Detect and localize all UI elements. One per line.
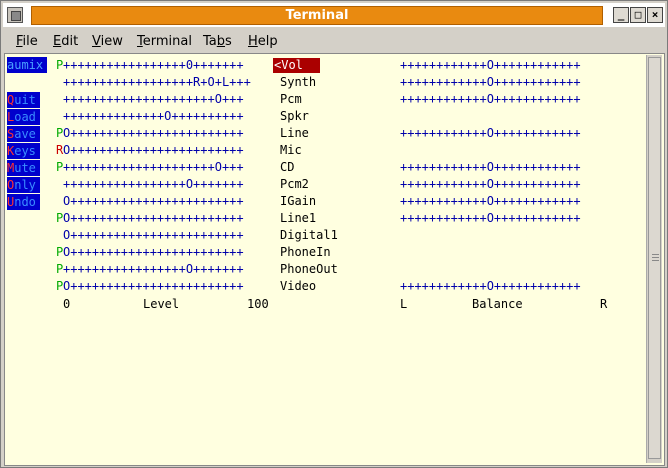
level-slider[interactable]: +++++++++++++++++++++O+++ <box>63 91 244 108</box>
menu-file-rest: ile <box>22 34 38 49</box>
balance-slider[interactable]: ++++++++++++O++++++++++++ <box>400 210 581 227</box>
level-slider[interactable]: O++++++++++++++++++++++++ <box>63 210 244 227</box>
channel-name: IGain <box>280 194 317 208</box>
channel-name: Pcm2 <box>280 177 309 191</box>
title-bar[interactable]: Terminal _ □ × <box>3 3 665 27</box>
vertical-scrollbar[interactable] <box>646 55 662 463</box>
level-slider[interactable]: O++++++++++++++++++++++++ <box>63 125 244 142</box>
level-axis-label: Level <box>143 297 180 311</box>
menu-view-rest: iew <box>100 34 123 49</box>
channel-name: CD <box>280 160 295 174</box>
level-slider[interactable]: O++++++++++++++++++++++++ <box>63 227 244 244</box>
balance-slider[interactable]: ++++++++++++O++++++++++++ <box>400 176 581 193</box>
level-slider[interactable]: ++++++++++++++O++++++++++ <box>63 108 244 125</box>
channel-name: Pcm <box>280 92 302 106</box>
aumix-button-load[interactable]: Load <box>7 109 40 125</box>
level-slider[interactable]: O++++++++++++++++++++++++ <box>63 244 244 261</box>
balance-slider[interactable]: ++++++++++++O++++++++++++ <box>400 278 581 295</box>
close-icon[interactable]: × <box>647 7 663 23</box>
channel-name: PhoneIn <box>280 245 331 259</box>
menu-edit-accel: E <box>53 34 62 49</box>
balance-slider[interactable]: ++++++++++++O++++++++++++ <box>400 193 581 210</box>
menu-tabs-accel: b <box>216 34 226 49</box>
scroll-grip-line <box>652 257 659 258</box>
level-slider[interactable]: O++++++++++++++++++++++++ <box>63 142 244 159</box>
aumix-button-quit[interactable]: Quit <box>7 92 40 108</box>
level-slider[interactable]: ++++++++++++++++++R+O+L+++ <box>63 74 251 91</box>
channel-name: Mic <box>280 143 302 157</box>
balance-axis-label: Balance <box>472 297 523 311</box>
level-slider[interactable]: +++++++++++++++++O+++++++ <box>63 261 244 278</box>
menu-help-accel: H <box>248 34 258 49</box>
menu-view-accel: V <box>92 34 101 49</box>
level-slider[interactable]: O++++++++++++++++++++++++ <box>63 193 244 210</box>
menu-bar: File Edit View Terminal Tabs Help <box>3 31 665 53</box>
aumix-title: aumix <box>7 57 47 73</box>
channel-name: Spkr <box>280 109 309 123</box>
aumix-button-keys[interactable]: Keys <box>7 143 40 159</box>
scroll-grip-line <box>652 260 659 261</box>
button-label-rest: oad <box>14 110 36 124</box>
menu-tabs[interactable]: Tabs <box>203 34 232 49</box>
menu-edit-rest: dit <box>61 34 79 49</box>
aumix-button-only[interactable]: Only <box>7 177 40 193</box>
terminal-window: Terminal _ □ × File Edit View Terminal T… <box>0 0 668 468</box>
level-slider[interactable]: +++++++++++++++++0+++++++ <box>63 57 244 74</box>
level-slider[interactable]: O++++++++++++++++++++++++ <box>63 278 244 295</box>
aumix-button-undo[interactable]: Undo <box>7 194 40 210</box>
selected-channel-highlight[interactable]: <Vol <box>273 58 320 73</box>
button-label-rest: ndo <box>14 195 36 209</box>
level-max-label: 100 <box>247 297 269 311</box>
level-slider[interactable]: +++++++++++++++++++++O+++ <box>63 159 244 176</box>
channel-name: Video <box>280 279 317 293</box>
button-label-rest: nly <box>14 178 36 192</box>
button-label-rest: ute <box>14 161 36 175</box>
balance-left-label: L <box>400 297 408 311</box>
menu-tabs-pre: Ta <box>203 34 217 49</box>
channel-name: Digital1 <box>280 228 338 242</box>
aumix-button-save[interactable]: Save <box>7 126 40 142</box>
balance-slider[interactable]: ++++++++++++O++++++++++++ <box>400 74 581 91</box>
channel-name: Synth <box>280 75 317 89</box>
channel-name: Line <box>280 126 309 140</box>
menu-help[interactable]: Help <box>248 34 278 49</box>
button-label-rest: uit <box>14 93 36 107</box>
menu-terminal[interactable]: Terminal <box>137 34 192 49</box>
menu-edit[interactable]: Edit <box>53 34 78 49</box>
scroll-grip-line <box>652 254 659 255</box>
minimize-icon[interactable]: _ <box>613 7 629 23</box>
level-slider[interactable]: +++++++++++++++++O+++++++ <box>63 176 244 193</box>
menu-help-rest: elp <box>257 34 278 49</box>
balance-right-label: R <box>600 297 608 311</box>
balance-slider[interactable]: ++++++++++++O++++++++++++ <box>400 91 581 108</box>
window-menu-icon[interactable] <box>7 7 23 23</box>
maximize-icon[interactable]: □ <box>630 7 646 23</box>
button-label-rest: eys <box>14 144 36 158</box>
scrollbar-thumb[interactable] <box>648 57 661 459</box>
channel-name: PhoneOut <box>280 262 338 276</box>
balance-slider[interactable]: ++++++++++++O++++++++++++ <box>400 159 581 176</box>
menu-file[interactable]: File <box>16 34 38 49</box>
level-min-label: 0 <box>63 297 71 311</box>
button-label-rest: ave <box>14 127 36 141</box>
aumix-button-mute[interactable]: Mute <box>7 160 40 176</box>
menu-tabs-rest: s <box>225 34 232 49</box>
channel-name: Line1 <box>280 211 317 225</box>
balance-slider[interactable]: ++++++++++++O++++++++++++ <box>400 57 581 74</box>
window-title: Terminal <box>31 6 603 25</box>
menu-terminal-rest: erminal <box>142 34 192 49</box>
balance-slider[interactable]: ++++++++++++O++++++++++++ <box>400 125 581 142</box>
menu-view[interactable]: View <box>92 34 123 49</box>
